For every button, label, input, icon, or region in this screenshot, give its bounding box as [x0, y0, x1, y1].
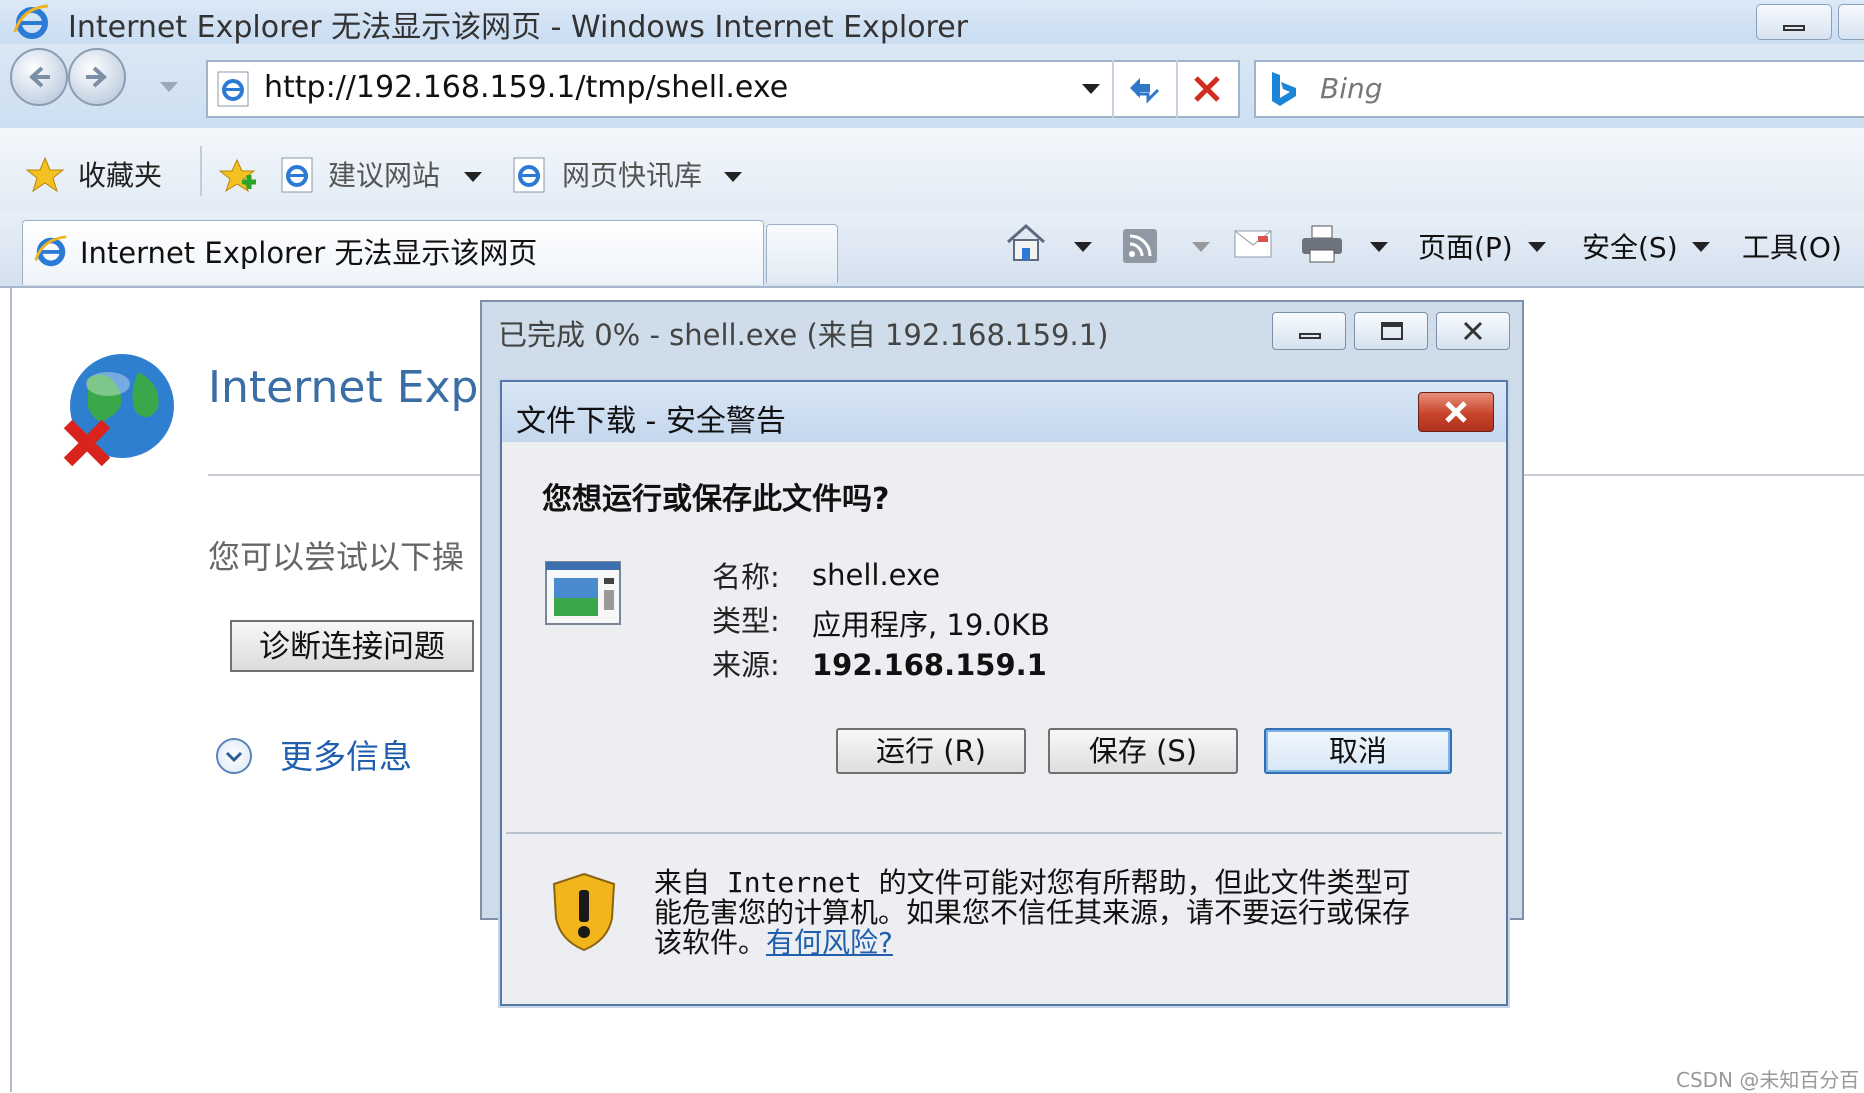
save-button[interactable]: 保存 (S)	[1048, 728, 1238, 774]
what-is-the-risk-link[interactable]: 有何风险?	[766, 926, 893, 959]
home-dropdown-icon[interactable]	[1074, 242, 1092, 252]
page-menu[interactable]: 页面(P)	[1418, 226, 1513, 266]
progress-close-button[interactable]	[1436, 312, 1510, 350]
minimize-button[interactable]	[1756, 4, 1832, 40]
file-type-value: 应用程序, 19.0KB	[812, 608, 1050, 642]
print-dropdown-icon[interactable]	[1370, 242, 1388, 252]
web-slice-dropdown-icon[interactable]	[724, 172, 742, 182]
feeds-icon[interactable]	[1122, 228, 1158, 268]
address-separator	[1112, 60, 1114, 118]
ie-logo-icon	[12, 2, 52, 46]
progress-minimize-button[interactable]	[1272, 312, 1346, 350]
page-ie-icon	[216, 70, 252, 112]
cancel-button[interactable]: 取消	[1264, 728, 1452, 774]
diagnose-connection-button[interactable]: 诊断连接问题	[230, 620, 474, 672]
forward-button[interactable]	[68, 48, 126, 106]
home-icon[interactable]	[1004, 222, 1048, 268]
file-type-label: 类型:	[712, 604, 780, 638]
watermark: CSDN @未知百分百	[1676, 1068, 1860, 1092]
forward-arrow-icon	[86, 66, 107, 88]
run-button[interactable]: 运行 (R)	[836, 728, 1026, 774]
progress-dialog-title: 已完成 0% - shell.exe (来自 192.168.159.1)	[498, 318, 1109, 352]
mail-icon[interactable]	[1234, 230, 1272, 262]
file-name-label: 名称:	[712, 560, 780, 594]
back-button[interactable]	[10, 48, 68, 106]
suggested-sites-dropdown-icon[interactable]	[464, 172, 482, 182]
stop-icon[interactable]	[1190, 72, 1224, 110]
web-slice-gallery-link[interactable]: 网页快讯库	[562, 154, 702, 194]
favorites-star-icon	[25, 156, 65, 198]
security-dialog-divider	[506, 832, 1502, 834]
security-dialog-title: 文件下载 - 安全警告	[516, 404, 786, 439]
error-heading: Internet Expl	[208, 362, 491, 413]
feeds-dropdown-icon[interactable]	[1192, 242, 1210, 252]
compatibility-view-icon[interactable]	[1124, 70, 1164, 112]
page-menu-dropdown-icon[interactable]	[1528, 242, 1546, 252]
close-icon	[1445, 401, 1467, 423]
maximize-button[interactable]	[1838, 4, 1864, 40]
application-file-icon	[544, 560, 622, 630]
web-slice-gallery-icon	[512, 156, 548, 198]
expand-more-info-icon[interactable]	[216, 738, 252, 774]
window-title: Internet Explorer 无法显示该网页 - Windows Inte…	[68, 10, 969, 45]
progress-restore-button[interactable]	[1354, 312, 1428, 350]
safety-menu[interactable]: 安全(S)	[1582, 226, 1678, 266]
favorites-button[interactable]: 收藏夹	[78, 154, 162, 194]
try-actions-text: 您可以尝试以下操	[208, 538, 465, 576]
globe-error-icon	[58, 348, 182, 476]
bing-logo-icon	[1268, 70, 1298, 112]
favorites-separator	[200, 146, 202, 196]
file-name-value: shell.exe	[812, 558, 941, 592]
address-separator	[1176, 60, 1178, 118]
tools-menu[interactable]: 工具(O)	[1742, 226, 1842, 266]
tab-ie-icon	[32, 232, 70, 274]
suggested-sites-link[interactable]: 建议网站	[328, 154, 440, 194]
search-placeholder: Bing	[1320, 72, 1383, 105]
address-url[interactable]: http://192.168.159.1/tmp/shell.exe	[264, 70, 788, 105]
file-source-label: 来源:	[712, 648, 780, 682]
history-dropdown-icon[interactable]	[160, 82, 178, 92]
tab-title: Internet Explorer 无法显示该网页	[80, 236, 538, 270]
safety-menu-dropdown-icon[interactable]	[1692, 242, 1710, 252]
more-info-link[interactable]: 更多信息	[280, 730, 412, 778]
file-source-value: 192.168.159.1	[812, 648, 1047, 682]
print-icon[interactable]	[1300, 224, 1344, 268]
security-warning-text: 来自 Internet 的文件可能对您有所帮助，但此文件类型可能危害您的计算机。…	[654, 868, 1434, 958]
security-dialog-close-button[interactable]	[1418, 392, 1494, 432]
add-favorite-icon[interactable]	[218, 156, 258, 200]
shield-warning-icon	[548, 870, 620, 958]
back-arrow-icon	[29, 66, 50, 88]
suggested-sites-icon	[280, 156, 316, 198]
new-tab-button[interactable]	[766, 224, 838, 283]
address-dropdown-icon[interactable]	[1082, 84, 1100, 94]
security-question: 您想运行或保存此文件吗?	[542, 482, 890, 517]
